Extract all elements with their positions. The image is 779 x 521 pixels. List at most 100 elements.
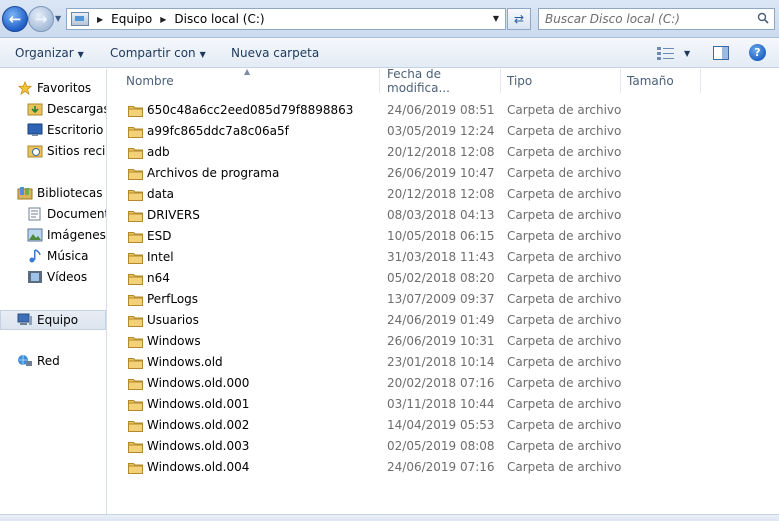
videos-icon xyxy=(28,271,42,283)
music-icon xyxy=(29,249,41,263)
star-icon xyxy=(17,81,33,95)
table-row[interactable]: n64 05/02/2018 08:20 ... Carpeta de archiv… xyxy=(108,268,779,289)
table-row[interactable]: PerfLogs 13/07/2009 09:37 ... Carpeta de a… xyxy=(108,289,779,310)
table-row[interactable]: Windows.old.002 14/04/2019 05:53 ... Carpe… xyxy=(108,415,779,436)
chevron-right-icon[interactable]: ▶ xyxy=(160,15,166,24)
file-type: Carpeta de archivos xyxy=(507,145,622,159)
folder-icon xyxy=(128,461,143,474)
file-name: adb xyxy=(147,145,170,159)
table-row[interactable]: Usuarios 24/06/2019 01:49 ... Carpeta de a… xyxy=(108,310,779,331)
organize-button[interactable]: Organizar ▼ xyxy=(15,46,84,60)
nav-computer[interactable]: Equipo xyxy=(0,310,106,330)
table-row[interactable]: Intel 31/03/2018 11:43 a... Carpeta de arc… xyxy=(108,247,779,268)
chevron-down-icon[interactable]: ▼ xyxy=(684,49,690,58)
pictures-icon xyxy=(27,228,43,242)
column-header-size[interactable]: Tamaño xyxy=(621,69,701,93)
breadcrumb-disco-local[interactable]: Disco local (C:) xyxy=(174,12,264,26)
chevron-down-icon[interactable]: ▼ xyxy=(493,14,499,23)
nav-network[interactable]: Red xyxy=(17,351,60,371)
refresh-button[interactable]: ⇄ xyxy=(507,8,531,30)
table-row[interactable]: Windows.old.001 03/11/2018 10:44 a... Carp… xyxy=(108,394,779,415)
table-row[interactable]: a99fc865ddc7a8c06a5f 03/05/2019 12:24 a..… xyxy=(108,121,779,142)
table-row[interactable]: 650c48a6cc2eed085d79f8898863 24/06/2019 0… xyxy=(108,100,779,121)
forward-button[interactable]: → xyxy=(28,6,54,32)
table-row[interactable]: ESD 10/05/2018 06:15 ... Carpeta de archiv… xyxy=(108,226,779,247)
breadcrumb-equipo[interactable]: Equipo xyxy=(111,12,152,26)
nav-desktop-label: Escritorio xyxy=(47,123,104,137)
table-row[interactable]: data 20/12/2018 12:08 ... Carpeta de archi… xyxy=(108,184,779,205)
file-name: n64 xyxy=(147,271,170,285)
nav-libraries-label: Bibliotecas xyxy=(37,186,103,200)
folder-icon xyxy=(128,167,143,180)
recent-places-icon xyxy=(27,145,43,158)
computer-icon xyxy=(71,12,89,26)
table-row[interactable]: Windows.old.003 02/05/2019 08:08 a... Carp… xyxy=(108,436,779,457)
nav-pictures-label: Imágenes xyxy=(47,228,106,242)
desktop-icon xyxy=(27,123,43,136)
file-name: 650c48a6cc2eed085d79f8898863 xyxy=(147,103,354,117)
table-row[interactable]: Archivos de programa 26/06/2019 10:47 ...… xyxy=(108,163,779,184)
file-list: ▲ Nombre Fecha de modifica... Tipo Tamañ… xyxy=(108,69,779,514)
nav-libraries[interactable]: Bibliotecas xyxy=(17,183,102,203)
folder-icon xyxy=(128,146,143,159)
address-field[interactable]: ▶ Equipo ▶ Disco local (C:) ▼ xyxy=(66,8,506,30)
file-name: Usuarios xyxy=(147,313,199,327)
column-header-type[interactable]: Tipo xyxy=(501,69,621,93)
folder-icon xyxy=(128,377,143,390)
folder-icon xyxy=(128,314,143,327)
nav-videos[interactable]: Vídeos xyxy=(27,267,87,287)
file-name: Windows.old.003 xyxy=(147,439,250,453)
details-pane xyxy=(0,514,779,521)
file-name: data xyxy=(147,187,175,201)
folder-icon xyxy=(128,272,143,285)
chevron-down-icon: ▼ xyxy=(199,50,206,59)
search-field[interactable] xyxy=(538,8,775,30)
nav-favorites[interactable]: Favoritos xyxy=(17,78,91,98)
share-button[interactable]: Compartir con ▼ xyxy=(110,46,206,60)
column-header-date[interactable]: Fecha de modifica... xyxy=(381,69,501,95)
navigation-pane: Favoritos Descargas Escritorio Sitios re… xyxy=(0,69,107,514)
documents-icon xyxy=(28,207,41,221)
preview-pane-icon[interactable] xyxy=(713,46,729,60)
file-date: 24/06/2019 08:51 ... xyxy=(387,103,497,117)
file-type: Carpeta de archivos xyxy=(507,292,622,306)
table-row[interactable]: DRIVERS 08/03/2018 04:13 ... Carpeta de ar… xyxy=(108,205,779,226)
help-icon[interactable]: ? xyxy=(749,44,766,61)
file-date: 20/02/2018 07:16 a... xyxy=(387,376,497,390)
column-name-label: Nombre xyxy=(126,74,174,88)
file-date: 14/04/2019 05:53 ... xyxy=(387,418,497,432)
table-row[interactable]: Windows.old 23/01/2018 10:14 a... Carpeta … xyxy=(108,352,779,373)
nav-music[interactable]: Música xyxy=(27,246,89,266)
views-icon[interactable] xyxy=(657,46,675,60)
table-row[interactable]: adb 20/12/2018 12:08 ... Carpeta de archiv… xyxy=(108,142,779,163)
file-type: Carpeta de archivos xyxy=(507,460,622,474)
search-icon[interactable] xyxy=(757,12,769,24)
arrow-left-icon: ← xyxy=(8,10,22,28)
nav-documents[interactable]: Documentos xyxy=(27,204,106,224)
nav-documents-label: Documentos xyxy=(47,207,106,221)
address-bar: ← → ▼ ▶ Equipo ▶ Disco local (C:) ▼ ⇄ xyxy=(0,0,779,38)
file-name: DRIVERS xyxy=(147,208,200,222)
new-folder-button[interactable]: Nueva carpeta xyxy=(231,46,319,60)
file-date: 02/05/2019 08:08 a... xyxy=(387,439,497,453)
file-name: Windows.old.000 xyxy=(147,376,250,390)
nav-recent-places[interactable]: Sitios recientes xyxy=(27,141,106,161)
new-folder-label: Nueva carpeta xyxy=(231,46,320,60)
column-header-name[interactable]: Nombre xyxy=(120,69,380,93)
nav-downloads[interactable]: Descargas xyxy=(27,99,106,119)
search-input[interactable] xyxy=(545,12,745,26)
nav-desktop[interactable]: Escritorio xyxy=(27,120,103,140)
nav-pictures[interactable]: Imágenes xyxy=(27,225,106,245)
back-button[interactable]: ← xyxy=(2,6,28,32)
table-row[interactable]: Windows 26/06/2019 10:31 ... Carpeta de ar… xyxy=(108,331,779,352)
table-row[interactable]: Windows.old.004 24/06/2019 07:16 a... Carp… xyxy=(108,457,779,478)
file-date: 24/06/2019 01:49 ... xyxy=(387,313,497,327)
file-type: Carpeta de archivos xyxy=(507,334,622,348)
file-type: Carpeta de archivos xyxy=(507,208,622,222)
file-name: Windows.old.001 xyxy=(147,397,250,411)
chevron-right-icon[interactable]: ▶ xyxy=(97,15,103,24)
table-row[interactable]: Windows.old.000 20/02/2018 07:16 a... Carp… xyxy=(108,373,779,394)
file-name: Intel xyxy=(147,250,174,264)
folder-icon xyxy=(128,251,143,264)
recent-pages-button[interactable]: ▼ xyxy=(55,14,61,23)
